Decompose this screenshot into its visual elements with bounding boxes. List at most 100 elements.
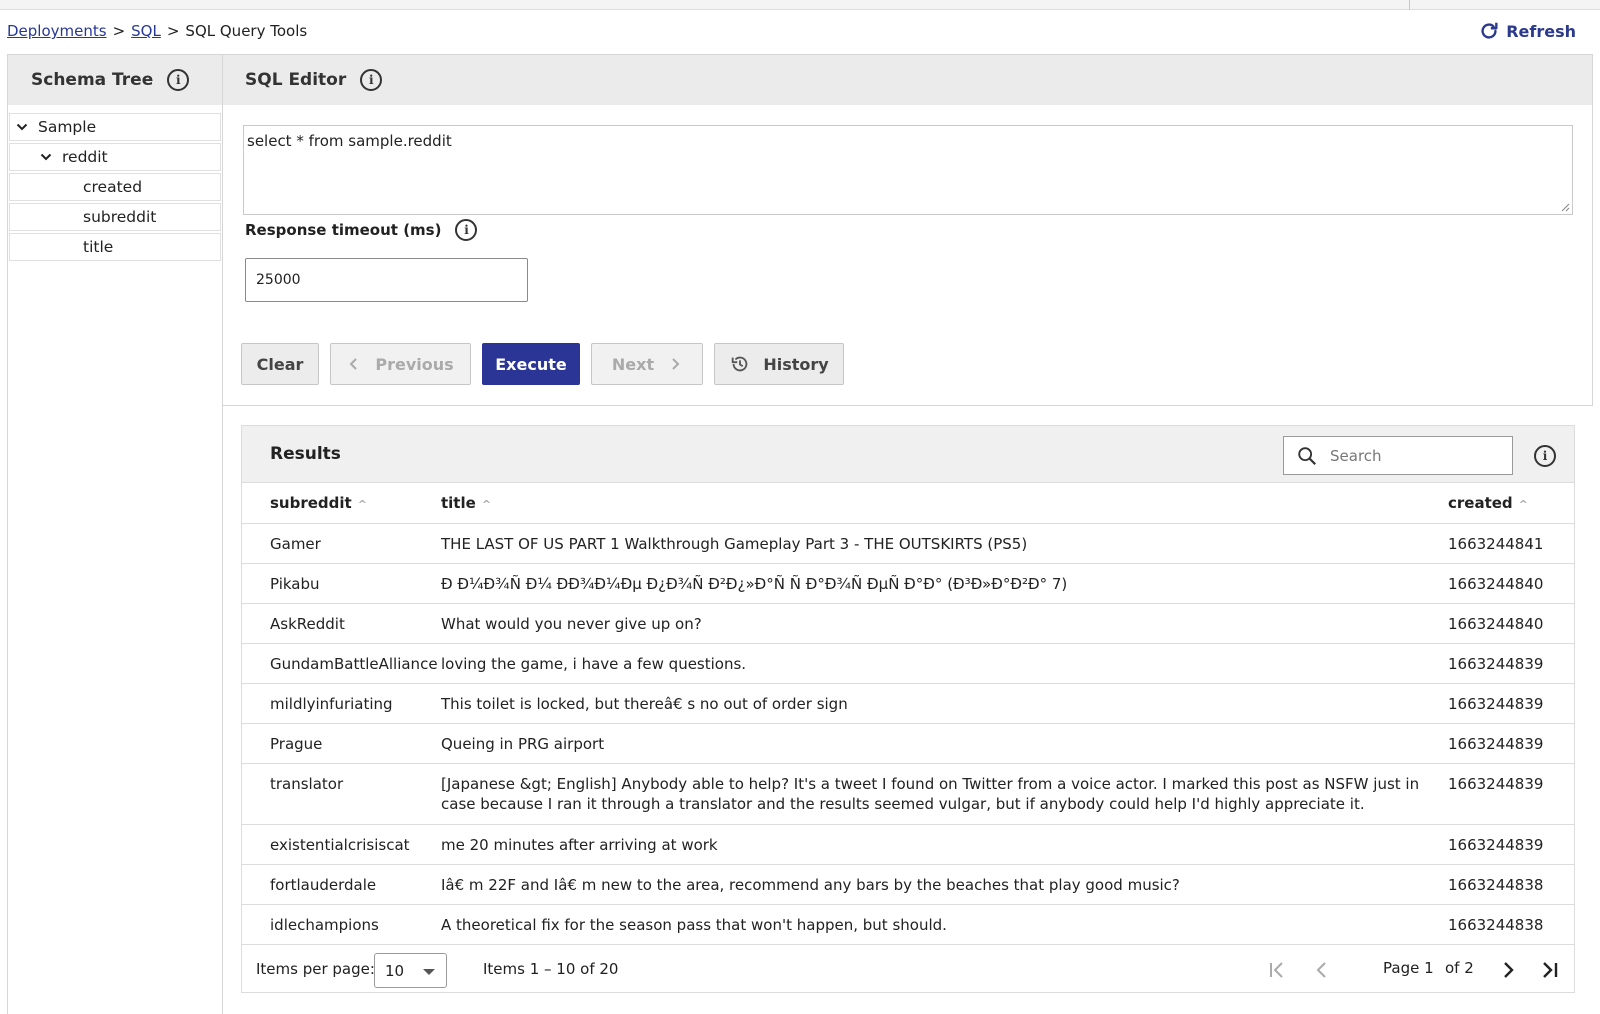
breadcrumb: Deployments > SQL > SQL Query Tools — [7, 20, 307, 42]
caret-down-icon — [423, 969, 435, 975]
last-page-icon[interactable] — [1539, 959, 1561, 981]
schema-tree-title: Schema Tree — [31, 70, 154, 90]
info-icon[interactable]: i — [1534, 445, 1556, 467]
table-row[interactable]: translator [Japanese &gt; English] Anybod… — [242, 763, 1574, 825]
cell-title: A theoretical fix for the season pass th… — [441, 904, 1448, 945]
column-header-label: created — [1448, 493, 1513, 512]
items-per-page-label: Items per page: — [256, 960, 375, 978]
cell-title: Iâ€ m 22F and Iâ€ m new to the area, rec… — [441, 864, 1448, 905]
breadcrumb-separator: > — [112, 22, 126, 40]
cell-subreddit: translator — [242, 763, 441, 825]
table-row[interactable]: mildlyinfuriating This toilet is locked, … — [242, 683, 1574, 724]
previous-button[interactable]: Previous — [330, 343, 471, 385]
cell-created: 1663244839 — [1448, 824, 1574, 865]
table-row[interactable]: AskReddit What would you never give up on… — [242, 603, 1574, 644]
history-button[interactable]: History — [714, 343, 844, 385]
execute-button[interactable]: Execute — [482, 343, 580, 385]
sql-query-input[interactable]: select * from sample.reddit — [243, 125, 1573, 215]
next-page-icon[interactable] — [1497, 959, 1519, 981]
sql-editor-panel: SQL Editor i select * from sample.reddit… — [222, 54, 1593, 406]
cell-subreddit: AskReddit — [242, 603, 441, 644]
results-search-input[interactable]: Search — [1283, 436, 1513, 475]
cell-title: loving the game, i have a few questions. — [441, 643, 1448, 684]
cell-title: me 20 minutes after arriving at work — [441, 824, 1448, 865]
page-of-label: of 2 — [1445, 959, 1474, 977]
table-row[interactable]: existentialcrisiscat me 20 minutes after … — [242, 824, 1574, 865]
tree-node-label: title — [83, 238, 114, 256]
column-header-label: title — [441, 493, 476, 512]
tree-node-subreddit[interactable]: subreddit — [9, 203, 221, 231]
next-button[interactable]: Next — [591, 343, 703, 385]
info-icon[interactable]: i — [167, 69, 190, 91]
cell-subreddit: fortlauderdale — [242, 864, 441, 905]
chevron-down-icon[interactable] — [40, 151, 52, 163]
breadcrumb-deployments-link[interactable]: Deployments — [7, 22, 107, 40]
breadcrumb-current: SQL Query Tools — [185, 22, 308, 40]
cell-subreddit: existentialcrisiscat — [242, 824, 441, 865]
column-header-subreddit[interactable]: subreddit ^ — [242, 483, 441, 524]
cell-created: 1663244839 — [1448, 683, 1574, 724]
first-page-icon[interactable] — [1266, 959, 1288, 981]
table-row[interactable]: Gamer THE LAST OF US PART 1 Walkthrough G… — [242, 523, 1574, 564]
tree-node-title[interactable]: title — [9, 233, 221, 261]
chevron-left-icon — [349, 358, 358, 370]
table-row[interactable]: fortlauderdale Iâ€ m 22F and Iâ€ m new to… — [242, 864, 1574, 905]
timeout-label-text: Response timeout (ms) — [245, 221, 442, 239]
cell-subreddit: Prague — [242, 723, 441, 764]
tree-node-label: subreddit — [83, 208, 157, 226]
sort-icon[interactable]: ^ — [358, 498, 367, 511]
results-table: subreddit ^ title ^ created ^ Gamer THE LAST… — [242, 483, 1574, 945]
cell-subreddit: Pikabu — [242, 563, 441, 604]
tree-node-label: created — [83, 178, 143, 196]
cell-title: THE LAST OF US PART 1 Walkthrough Gamepl… — [441, 523, 1448, 564]
table-row[interactable]: Pikabu Ð Ð¼Ð¾Ñ Ð¼ ÐÐ¾Ð¼Ðµ Ð¿Ð¾Ñ Ð²Ð¿»Ð°Ñ … — [242, 563, 1574, 604]
sort-icon[interactable]: ^ — [482, 498, 491, 511]
table-row[interactable]: idlechampions A theoretical fix for the s… — [242, 904, 1574, 945]
cell-subreddit: mildlyinfuriating — [242, 683, 441, 724]
schema-tree-panel: Schema Tree i Sample reddit created subr… — [7, 54, 223, 1014]
clear-button[interactable]: Clear — [241, 343, 319, 385]
top-bar — [0, 0, 1600, 10]
cell-created: 1663244839 — [1448, 723, 1574, 764]
sql-editor-header: SQL Editor i — [223, 55, 1592, 105]
cell-subreddit: Gamer — [242, 523, 441, 564]
cell-created: 1663244839 — [1448, 763, 1574, 825]
chevron-down-icon[interactable] — [16, 121, 28, 133]
resize-handle-icon[interactable] — [1560, 202, 1570, 212]
column-header-created[interactable]: created ^ — [1448, 483, 1574, 524]
cell-title: What would you never give up on? — [441, 603, 1448, 644]
table-row[interactable]: GundamBattleAlliance loving the game, i h… — [242, 643, 1574, 684]
info-icon[interactable]: i — [455, 219, 478, 241]
top-bar-divider — [1409, 0, 1410, 10]
cell-created: 1663244838 — [1448, 864, 1574, 905]
results-header: Results Search i — [242, 426, 1574, 483]
refresh-button[interactable]: Refresh — [1478, 20, 1576, 42]
results-title: Results — [270, 444, 341, 464]
cell-title: Queing in PRG airport — [441, 723, 1448, 764]
column-header-label: subreddit — [270, 493, 352, 512]
info-icon[interactable]: i — [360, 69, 383, 91]
chevron-right-icon — [672, 358, 680, 370]
sql-editor-title: SQL Editor — [245, 70, 347, 90]
pagination-bar: Items per page: 10 Items 1 – 10 of 20 Pa… — [242, 946, 1574, 992]
previous-label: Previous — [375, 354, 454, 374]
column-header-title[interactable]: title ^ — [441, 483, 1448, 524]
items-per-page-select[interactable]: 10 — [374, 953, 447, 988]
previous-page-icon[interactable] — [1311, 959, 1333, 981]
breadcrumb-sql-link[interactable]: SQL — [131, 22, 161, 40]
tree-node-sample[interactable]: Sample — [9, 113, 221, 141]
tree-node-reddit[interactable]: reddit — [9, 143, 221, 171]
schema-tree: Sample reddit created subreddit title — [8, 105, 222, 261]
cell-created: 1663244838 — [1448, 904, 1574, 945]
timeout-input[interactable]: 25000 — [245, 258, 528, 302]
tree-node-created[interactable]: created — [9, 173, 221, 201]
execute-label: Execute — [495, 354, 567, 374]
cell-subreddit: GundamBattleAlliance — [242, 643, 441, 684]
cell-subreddit: idlechampions — [242, 904, 441, 945]
cell-created: 1663244840 — [1448, 603, 1574, 644]
sort-icon[interactable]: ^ — [1519, 498, 1528, 511]
cell-title: [Japanese &gt; English] Anybody able to … — [441, 763, 1448, 825]
next-label: Next — [611, 354, 655, 374]
schema-tree-header: Schema Tree i — [8, 55, 222, 105]
table-row[interactable]: Prague Queing in PRG airport 1663244839 — [242, 723, 1574, 764]
